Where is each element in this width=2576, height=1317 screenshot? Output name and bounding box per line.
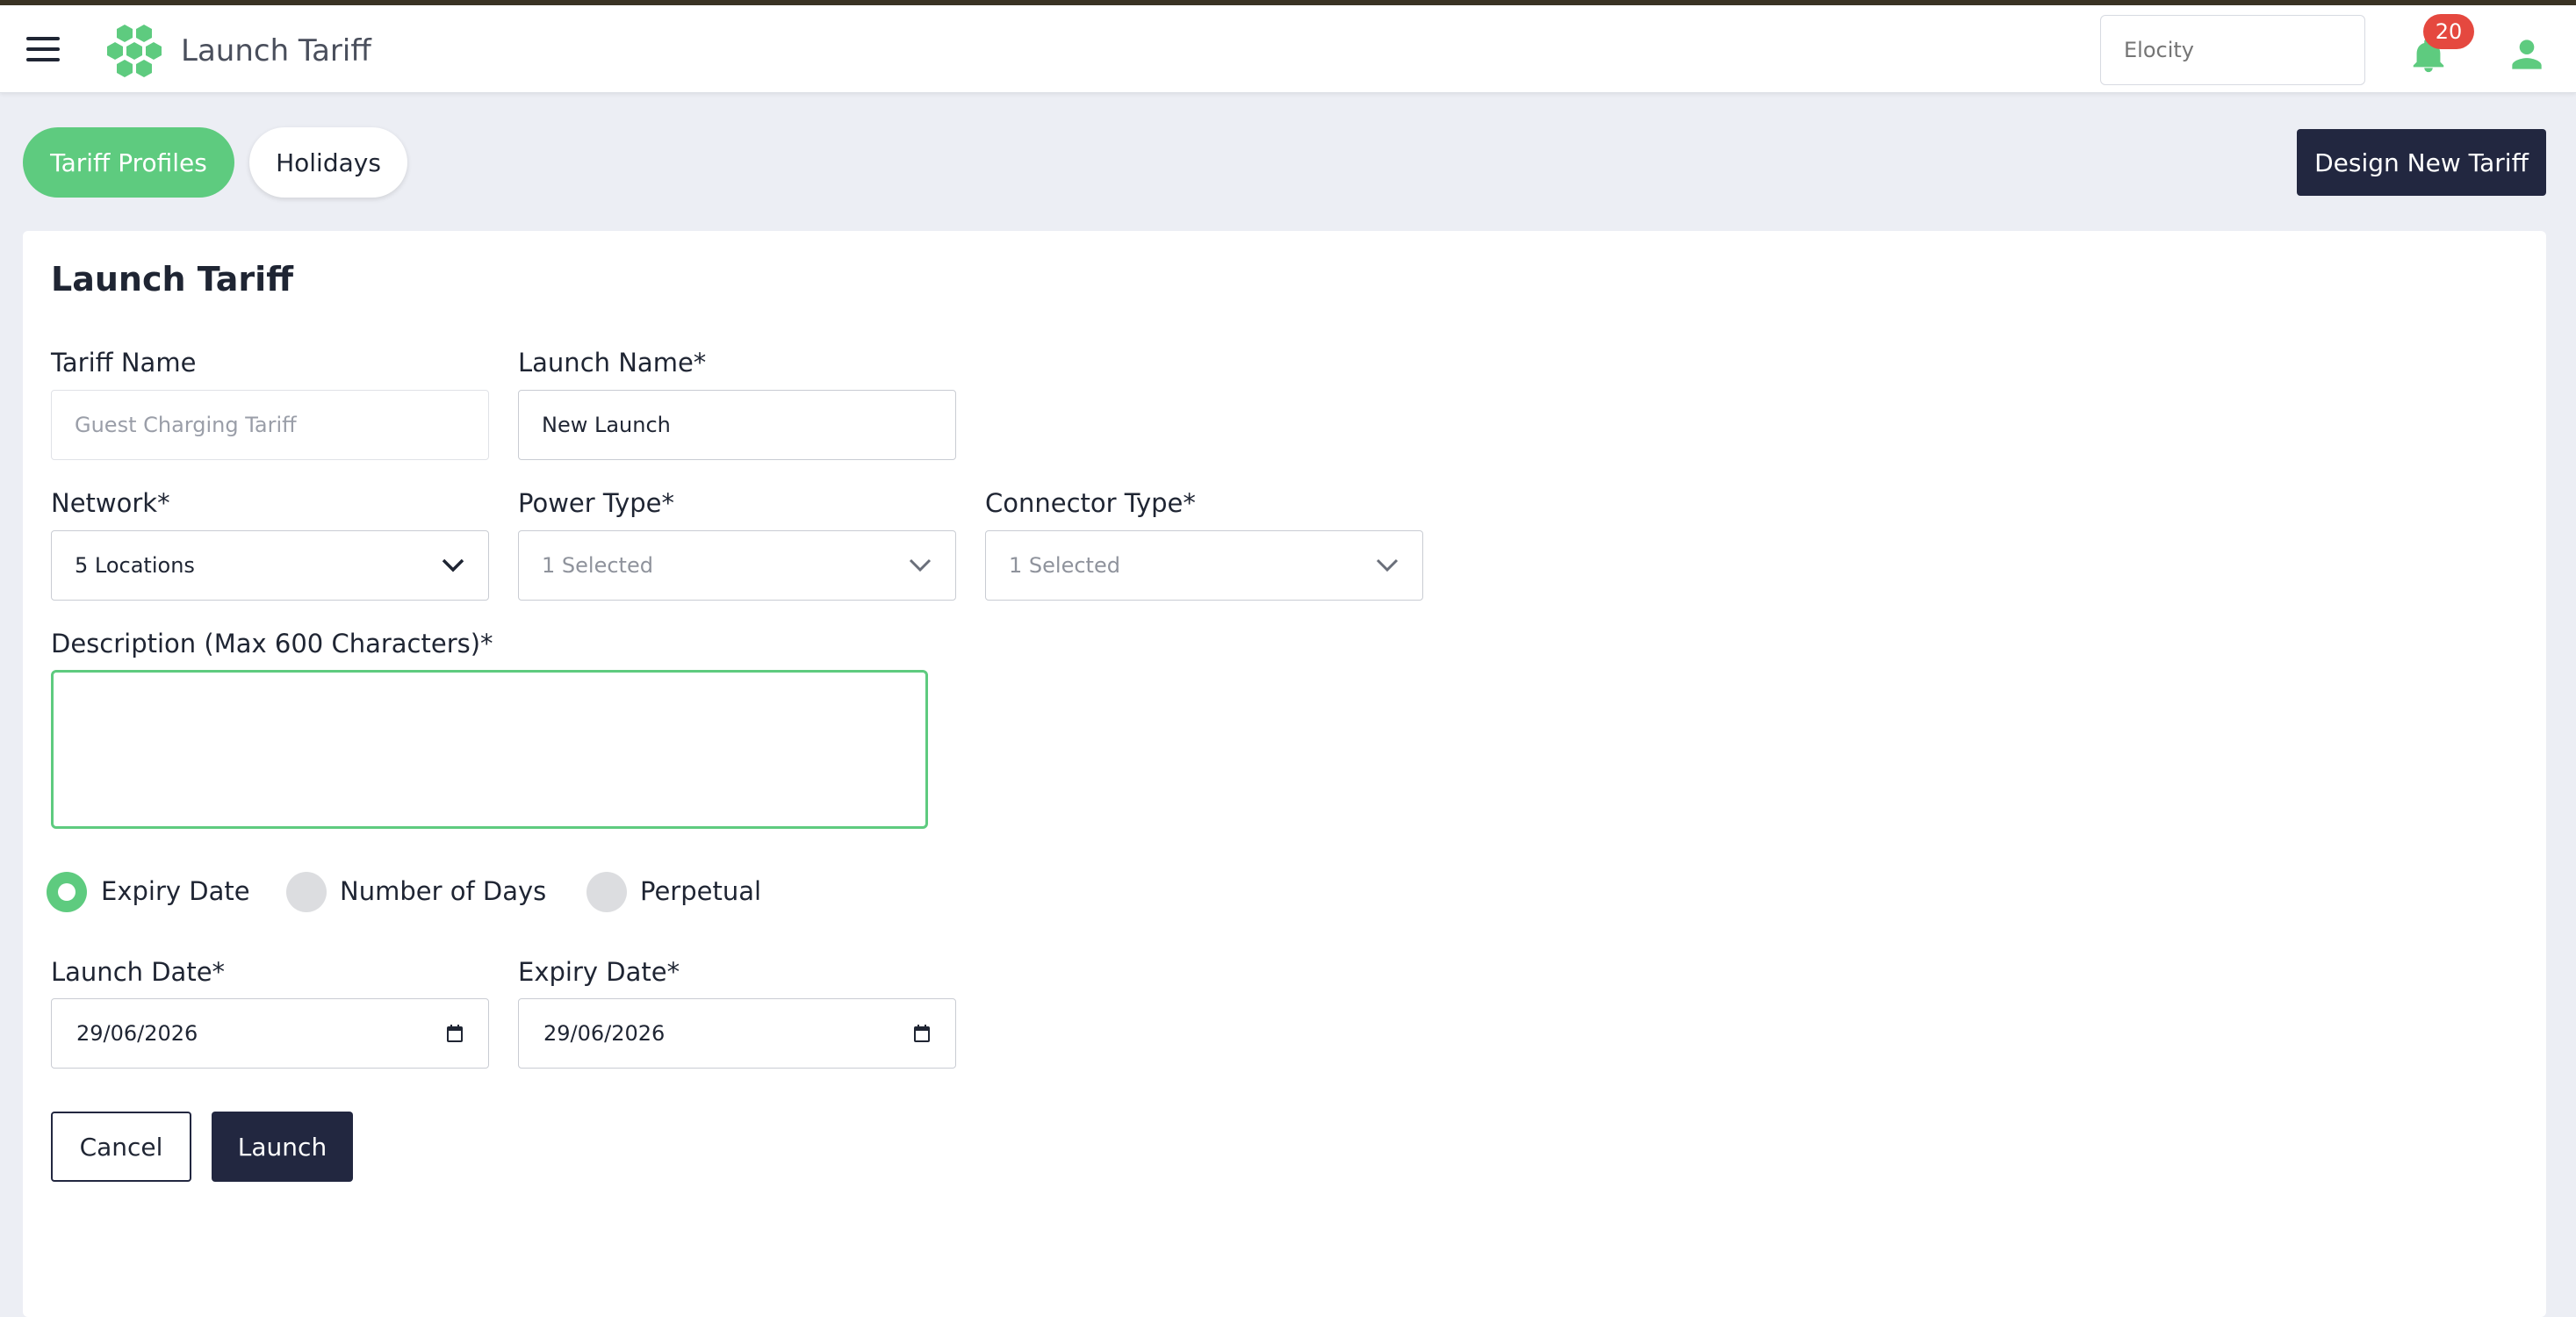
network-select[interactable]: 5 Locations <box>51 530 489 601</box>
power-type-select-value: 1 Selected <box>542 553 653 578</box>
expiry-date-label: Expiry Date* <box>518 957 680 987</box>
tariff-name-label: Tariff Name <box>51 348 197 378</box>
chevron-down-icon <box>1376 558 1399 572</box>
top-navbar: Launch Tariff 20 <box>0 5 2576 93</box>
organization-select[interactable] <box>2100 15 2365 85</box>
launch-name-label: Launch Name* <box>518 348 707 378</box>
design-new-tariff-button[interactable]: Design New Tariff <box>2297 129 2546 196</box>
calendar-icon[interactable] <box>444 1023 465 1044</box>
calendar-icon[interactable] <box>911 1023 932 1044</box>
chevron-down-icon <box>909 558 932 572</box>
user-account-icon[interactable] <box>2509 37 2544 72</box>
connector-type-label: Connector Type* <box>985 488 1196 518</box>
launch-date-field[interactable]: 29/06/2026 <box>51 998 489 1069</box>
tab-holidays[interactable]: Holidays <box>249 127 407 198</box>
radio-perpetual[interactable] <box>586 872 627 912</box>
power-type-label: Power Type* <box>518 488 675 518</box>
elocity-logo-icon <box>107 25 162 77</box>
tab-tariff-profiles[interactable]: Tariff Profiles <box>23 127 234 198</box>
page-title: Launch Tariff <box>181 33 371 68</box>
notification-count-badge: 20 <box>2423 14 2474 49</box>
power-type-select[interactable]: 1 Selected <box>518 530 956 601</box>
cancel-button[interactable]: Cancel <box>51 1112 191 1182</box>
launch-date-value: 29/06/2026 <box>76 1021 198 1046</box>
network-select-value: 5 Locations <box>75 553 195 578</box>
chevron-down-icon <box>442 558 464 572</box>
radio-number-of-days-label: Number of Days <box>340 876 547 906</box>
connector-type-select-value: 1 Selected <box>1009 553 1120 578</box>
launch-button[interactable]: Launch <box>212 1112 353 1182</box>
description-textarea[interactable] <box>51 670 928 829</box>
launch-name-field[interactable] <box>518 390 956 460</box>
radio-perpetual-label: Perpetual <box>640 876 762 906</box>
launch-date-label: Launch Date* <box>51 957 226 987</box>
radio-expiry-date[interactable] <box>47 872 87 912</box>
connector-type-select[interactable]: 1 Selected <box>985 530 1423 601</box>
form-title: Launch Tariff <box>51 260 293 299</box>
network-label: Network* <box>51 488 170 518</box>
expiry-date-field[interactable]: 29/06/2026 <box>518 998 956 1069</box>
radio-number-of-days[interactable] <box>286 872 327 912</box>
tariff-name-field <box>51 390 489 460</box>
menu-icon[interactable] <box>26 37 61 63</box>
radio-expiry-date-label: Expiry Date <box>101 876 250 906</box>
description-label: Description (Max 600 Characters)* <box>51 629 493 658</box>
expiry-date-value: 29/06/2026 <box>543 1021 666 1046</box>
